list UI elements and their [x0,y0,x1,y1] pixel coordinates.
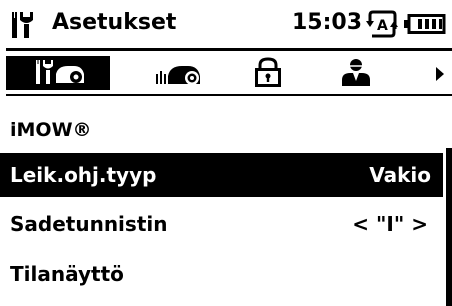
tab-bar [0,56,452,90]
tab-lock[interactable] [250,56,286,90]
mower-settings-icon [36,60,84,84]
menu-item-value: Vakio [369,163,431,187]
title-bar: Asetukset 15:03 A [0,0,452,48]
menu-item-status-display[interactable]: Tilanäyttö [0,252,440,296]
menu-item-rain-sensor[interactable]: Sadetunnistin < "I" > [0,202,440,246]
mower-icon [156,66,200,85]
menu-item-label: Leik.ohj.tyyp [10,163,157,187]
tab-user[interactable] [336,56,376,90]
clock: 15:03 [292,10,363,35]
lock-icon [255,57,281,87]
svg-text:A: A [377,18,388,34]
tab-scroll-right[interactable] [432,56,448,90]
settings-wrench-icon [12,12,33,38]
auto-mode-icon: A [366,10,398,38]
title-divider [6,48,452,51]
arrow-right-icon [436,67,444,81]
tab-mower-settings[interactable] [6,56,110,90]
battery-icon [404,14,446,34]
menu-item-label: Sadetunnistin [10,212,168,236]
menu-item-value: < "I" > [352,212,428,236]
section-title: iMOW® [10,119,92,141]
menu-item-label: Tilanäyttö [10,262,124,286]
menu-item-mowing-profile[interactable]: Leik.ohj.tyyp Vakio [0,153,443,197]
tab-mower[interactable] [150,56,212,90]
screen-title: Asetukset [52,10,177,35]
imow-display: Asetukset 15:03 A iMOW® Leik.ohj.tyyp Va… [0,0,452,306]
user-icon [342,59,370,86]
scrollbar[interactable] [446,148,452,306]
tab-divider [6,94,452,96]
